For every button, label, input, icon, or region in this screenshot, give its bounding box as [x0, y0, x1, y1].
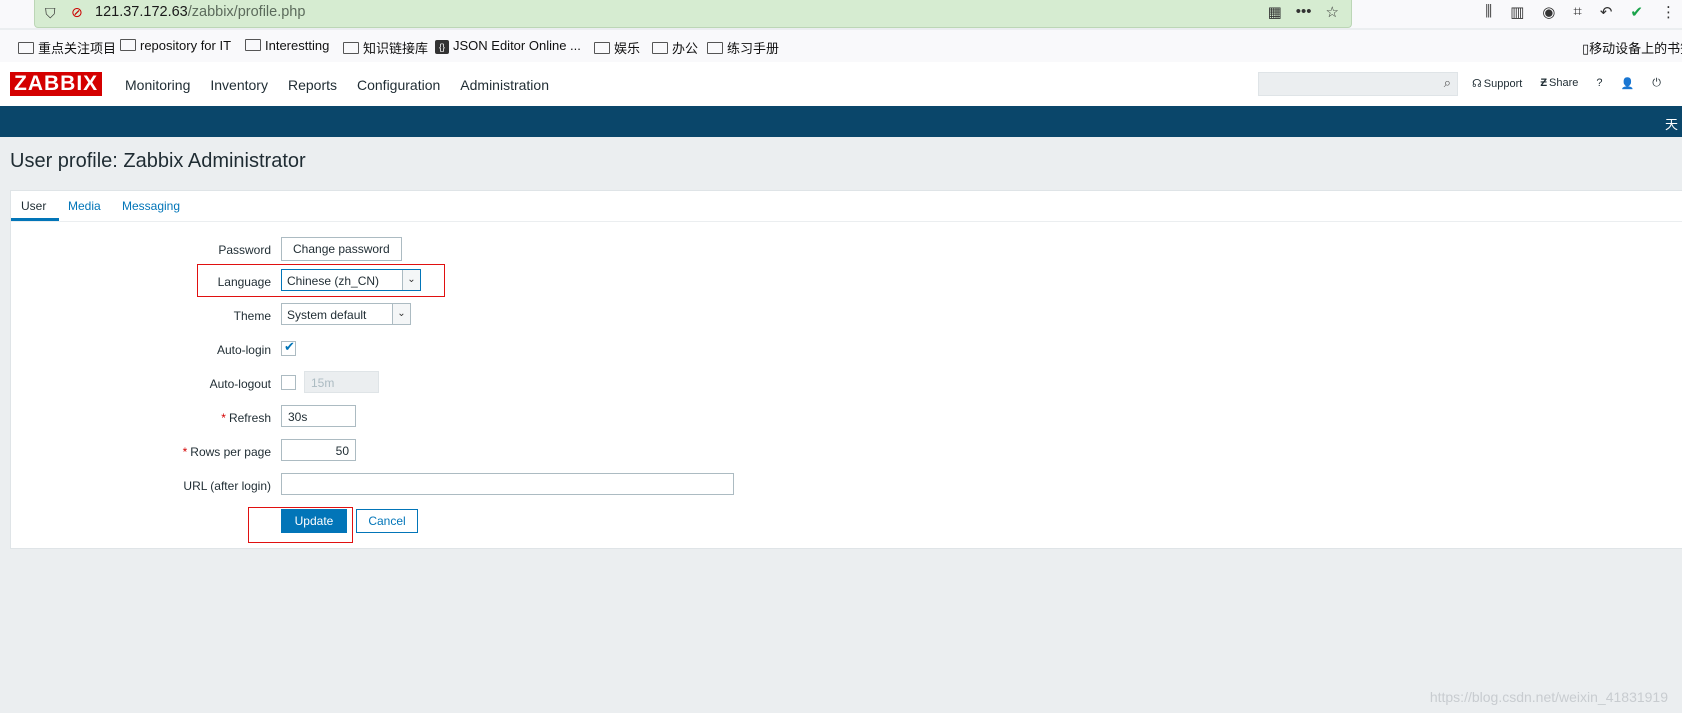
mobile-bookmarks[interactable]: ▯移动设备上的书签	[1582, 38, 1682, 57]
folder-icon	[707, 42, 723, 54]
insecure-icon[interactable]: ⊘	[71, 4, 83, 21]
browser-toolbar: ⛉ ⊘ 121.37.172.63/zabbix/profile.php ▦ •…	[0, 0, 1682, 28]
folder-icon	[120, 39, 136, 51]
autologin-checkbox[interactable]: ✔	[281, 339, 296, 356]
rows-per-page-label: * Rows per page	[182, 445, 271, 459]
watermark: https://blog.csdn.net/weixin_41831919	[1429, 689, 1668, 705]
nav-monitoring[interactable]: Monitoring	[125, 77, 190, 93]
tab-user[interactable]: User	[21, 199, 46, 213]
crop-icon[interactable]: ⌗	[1573, 3, 1581, 21]
refresh-label: * Refresh	[221, 411, 271, 425]
password-label: Password	[218, 243, 271, 257]
update-highlight-box	[248, 507, 353, 543]
chevron-down-icon[interactable]: ⌄	[392, 304, 410, 324]
extension-icon[interactable]: ◉	[1542, 3, 1555, 21]
tab-messaging[interactable]: Messaging	[122, 199, 180, 213]
theme-row: Theme System default ⌄	[11, 303, 1682, 329]
theme-value: System default	[287, 308, 367, 322]
subbar-text: 天	[1664, 117, 1678, 132]
bookmark-item[interactable]: repository for IT	[120, 38, 231, 53]
autologin-row: Auto-login ✔	[11, 337, 1682, 363]
folder-icon	[18, 42, 34, 54]
star-icon[interactable]: ☆	[1326, 3, 1339, 21]
password-row: Password Change password	[11, 237, 1682, 263]
tab-bar: User Media Messaging	[11, 191, 1682, 222]
profile-form: User Media Messaging Password Change pas…	[10, 190, 1682, 549]
tab-media[interactable]: Media	[68, 199, 101, 213]
checkmark-icon: ✔	[284, 339, 295, 354]
sidebar-icon[interactable]: ▥	[1510, 3, 1524, 21]
bookmark-item[interactable]: Interestting	[245, 38, 329, 53]
search-input[interactable]: ⌕	[1258, 72, 1458, 96]
theme-label: Theme	[233, 309, 271, 323]
autologout-checkbox[interactable]	[281, 375, 296, 390]
refresh-row: * Refresh 30s	[11, 405, 1682, 431]
zabbix-logo[interactable]: ZABBIX	[10, 72, 103, 96]
share-icon: Ƶ	[1540, 77, 1548, 89]
cancel-button[interactable]: Cancel	[356, 509, 418, 533]
folder-icon	[343, 42, 359, 54]
search-icon[interactable]: ⌕	[1444, 75, 1451, 91]
undo-icon[interactable]: ↶	[1600, 3, 1613, 21]
security-shield-icon[interactable]: ✔	[1630, 3, 1643, 21]
refresh-input[interactable]: 30s	[281, 405, 356, 427]
json-icon: {}	[435, 40, 449, 54]
autologout-row: Auto-logout 15m	[11, 371, 1682, 397]
user-icon[interactable]: 👤	[1621, 77, 1635, 90]
active-tab-indicator	[11, 218, 59, 221]
url-bar[interactable]: ⛉ ⊘ 121.37.172.63/zabbix/profile.php ▦ •…	[34, 0, 1352, 28]
nav-reports[interactable]: Reports	[288, 77, 337, 93]
support-link[interactable]: ☊ Support	[1472, 77, 1522, 90]
folder-icon	[594, 42, 610, 54]
url-row: URL (after login)	[11, 473, 1682, 499]
more-icon[interactable]: •••	[1296, 3, 1312, 21]
language-highlight-box	[197, 264, 445, 297]
autologout-input: 15m	[304, 371, 379, 393]
header-subbar: 天	[0, 106, 1682, 137]
bookmark-item[interactable]: 练习手册	[707, 38, 779, 57]
menu-icon[interactable]: ⋮	[1661, 3, 1676, 21]
autologout-label: Auto-logout	[209, 377, 271, 391]
shield-icon[interactable]: ⛉	[45, 5, 56, 22]
bookmark-item[interactable]: 办公	[652, 38, 698, 57]
url-input[interactable]	[281, 473, 734, 495]
bookmark-item[interactable]: 重点关注项目	[18, 38, 116, 57]
nav-administration[interactable]: Administration	[460, 77, 549, 93]
bookmark-item[interactable]: {} JSON Editor Online ...	[435, 38, 581, 54]
power-icon[interactable]: ⏻	[1652, 77, 1661, 90]
nav-configuration[interactable]: Configuration	[357, 77, 440, 93]
rows-per-page-input[interactable]: 50	[281, 439, 356, 461]
nav-inventory[interactable]: Inventory	[210, 77, 268, 93]
qr-code-icon[interactable]: ▦	[1268, 3, 1282, 21]
headset-icon: ☊	[1472, 78, 1482, 90]
share-link[interactable]: Ƶ Share	[1540, 77, 1578, 90]
folder-icon	[652, 42, 668, 54]
zabbix-header: ZABBIX Monitoring Inventory Reports Conf…	[0, 62, 1682, 106]
autologin-label: Auto-login	[216, 343, 271, 357]
theme-select[interactable]: System default ⌄	[281, 303, 411, 325]
bookmark-item[interactable]: 知识链接库	[343, 38, 428, 57]
bookmark-item[interactable]: 娱乐	[594, 38, 640, 57]
help-icon[interactable]: ?	[1596, 77, 1602, 90]
url-label: URL (after login)	[183, 479, 271, 493]
bookmarks-bar: 重点关注项目 repository for IT Interestting 知识…	[0, 30, 1682, 63]
folder-icon	[245, 39, 261, 51]
page-title: User profile: Zabbix Administrator	[10, 150, 306, 172]
rows-per-page-row: * Rows per page 50	[11, 439, 1682, 465]
change-password-button[interactable]: Change password	[281, 237, 402, 261]
main-nav: Monitoring Inventory Reports Configurati…	[125, 77, 549, 93]
url-text[interactable]: 121.37.172.63/zabbix/profile.php	[95, 4, 305, 20]
library-icon[interactable]: ⫼	[1485, 3, 1492, 21]
